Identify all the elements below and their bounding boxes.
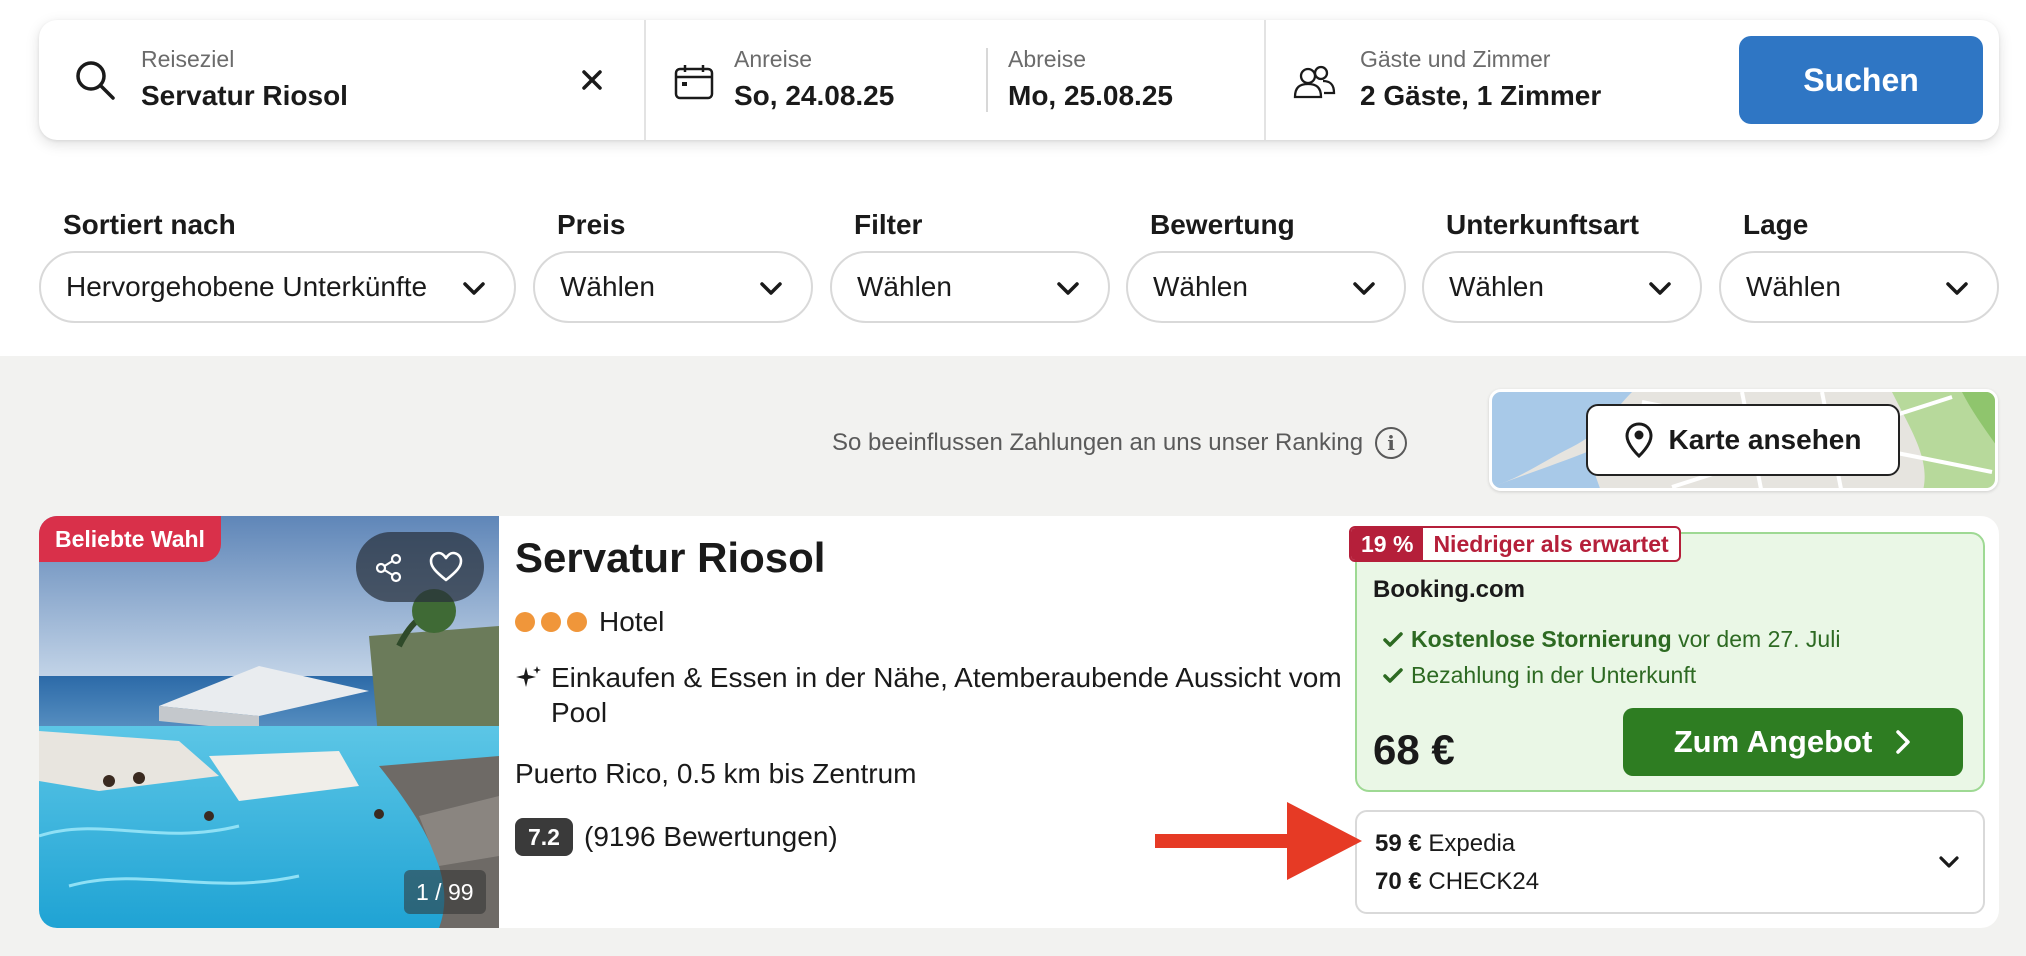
filter-filter-label: Filter xyxy=(854,209,923,240)
star-dot xyxy=(541,612,561,632)
perk-pay-at-property: Bezahlung in der Unterkunft xyxy=(1383,662,1696,689)
hotel-photo[interactable]: Beliebte Wahl 1 / 99 xyxy=(39,516,499,928)
filter-location-label: Lage xyxy=(1743,209,1809,240)
check-icon xyxy=(1383,667,1403,683)
annotation-arrow-icon xyxy=(1155,802,1362,880)
filter-accommodation-label: Unterkunftsart xyxy=(1446,209,1639,240)
checkin-label: Anreise xyxy=(734,46,812,72)
check-icon xyxy=(1383,631,1403,647)
deal-percent: 19 % xyxy=(1351,528,1424,560)
perk1-bold: Kostenlose Stornierung xyxy=(1411,626,1672,652)
chevron-down-icon xyxy=(1649,282,1671,295)
filter-select-value: Wählen xyxy=(857,271,952,302)
accommodation-select[interactable]: Wählen xyxy=(1422,251,1702,323)
filter-sort-label: Sortiert nach xyxy=(63,209,236,240)
rating-score: 7.2 xyxy=(515,818,573,856)
star-dot xyxy=(515,612,535,632)
guests-value[interactable]: 2 Gäste, 1 Zimmer xyxy=(1360,80,1601,112)
offer-provider: Booking.com xyxy=(1373,576,1526,603)
deal-text: Niedriger als erwartet xyxy=(1433,530,1669,557)
star-dot xyxy=(567,612,587,632)
destination-label: Reiseziel xyxy=(141,46,235,72)
chevron-down-icon xyxy=(1057,282,1079,295)
price-select[interactable]: Wählen xyxy=(533,251,813,323)
perk-free-cancellation: Kostenlose Stornierung vor dem 27. Juli xyxy=(1383,626,1840,653)
accommodation-select-value: Wählen xyxy=(1449,271,1544,302)
other-offer-row: 59 € Expedia xyxy=(1375,830,1515,858)
clear-icon[interactable] xyxy=(580,68,604,92)
info-icon[interactable]: i xyxy=(1375,427,1408,459)
chevron-down-icon xyxy=(1353,282,1375,295)
ranking-note-text: So beeinflussen Zahlungen an uns unser R… xyxy=(832,429,1364,456)
perk1-rest: vor dem 27. Juli xyxy=(1678,626,1841,652)
other-offer-row: 70 € CHECK24 xyxy=(1375,868,1539,896)
search-button[interactable]: Suchen xyxy=(1739,36,1983,124)
chevron-down-icon xyxy=(463,282,485,295)
rating-count[interactable]: (9196 Bewertungen) xyxy=(584,821,838,853)
filter-rating-label: Bewertung xyxy=(1150,209,1295,240)
calendar-icon xyxy=(674,65,714,100)
filter-price-label: Preis xyxy=(557,209,626,240)
checkout-label: Abreise xyxy=(1008,46,1086,72)
search-card: Reiseziel Servatur Riosol Anreise So, 24… xyxy=(39,20,1999,140)
other-offers-dropdown[interactable]: 59 € Expedia 70 € CHECK24 xyxy=(1355,810,1985,914)
sort-select[interactable]: Hervorgehobene Unterkünfte xyxy=(39,251,516,323)
hotel-name[interactable]: Servatur Riosol xyxy=(515,534,825,582)
chevron-down-icon xyxy=(1946,282,1968,295)
chevron-right-icon xyxy=(1896,730,1911,754)
other-offer-provider: CHECK24 xyxy=(1428,868,1540,895)
search-icon xyxy=(76,61,115,100)
photo-counter: 1 / 99 xyxy=(404,870,486,914)
view-offer-label: Zum Angebot xyxy=(1673,724,1873,759)
chevron-down-icon xyxy=(760,282,782,295)
destination-value[interactable]: Servatur Riosol xyxy=(141,80,348,112)
dates-field: Anreise So, 24.08.25 Abreise Mo, 25.08.2… xyxy=(646,20,1266,140)
hotel-highlights: Einkaufen & Essen in der Nähe, Atemberau… xyxy=(551,662,1342,728)
view-map-label: Karte ansehen xyxy=(1668,424,1862,455)
other-offer-price: 70 € xyxy=(1375,868,1422,895)
hotel-location: Puerto Rico, 0.5 km bis Zentrum xyxy=(515,758,917,789)
price-select-value: Wählen xyxy=(560,271,655,302)
view-map-button[interactable]: Karte ansehen xyxy=(1586,404,1900,476)
checkout-value[interactable]: Mo, 25.08.25 xyxy=(1008,80,1173,112)
location-select-value: Wählen xyxy=(1746,271,1841,302)
offer-price: 68 € xyxy=(1373,726,1455,773)
view-offer-button[interactable]: Zum Angebot xyxy=(1623,708,1963,776)
sort-select-value: Hervorgehobene Unterkünfte xyxy=(66,271,428,302)
hotel-stars xyxy=(515,612,587,632)
destination-field[interactable]: Reiseziel Servatur Riosol xyxy=(39,20,646,140)
photo-actions xyxy=(356,532,484,602)
popular-choice-badge: Beliebte Wahl xyxy=(39,516,221,562)
hotel-result-card[interactable]: Beliebte Wahl 1 / 99 Servatur Riosol Hot… xyxy=(39,516,1999,928)
share-icon[interactable] xyxy=(374,553,404,583)
hotel-type: Hotel xyxy=(599,606,665,637)
heart-icon[interactable] xyxy=(428,551,464,583)
filter-select[interactable]: Wählen xyxy=(830,251,1110,323)
deal-badge: 19 % Niedriger als erwartet xyxy=(1349,526,1681,562)
rating-select-value: Wählen xyxy=(1153,271,1248,302)
chevron-down-icon xyxy=(1939,856,1959,868)
other-offer-provider: Expedia xyxy=(1428,830,1516,857)
guests-icon xyxy=(1293,65,1336,99)
checkin-value[interactable]: So, 24.08.25 xyxy=(734,80,894,112)
rating-select[interactable]: Wählen xyxy=(1126,251,1406,323)
location-select[interactable]: Wählen xyxy=(1719,251,1999,323)
ranking-info-link[interactable]: So beeinflussen Zahlungen an uns unser R… xyxy=(832,427,1408,459)
sparkle-icon xyxy=(516,666,541,687)
perk2-text: Bezahlung in der Unterkunft xyxy=(1411,662,1697,688)
guests-label: Gäste und Zimmer xyxy=(1360,46,1551,72)
date-divider xyxy=(986,48,988,112)
map-pin-icon xyxy=(1625,422,1653,458)
other-offer-price: 59 € xyxy=(1375,830,1422,857)
